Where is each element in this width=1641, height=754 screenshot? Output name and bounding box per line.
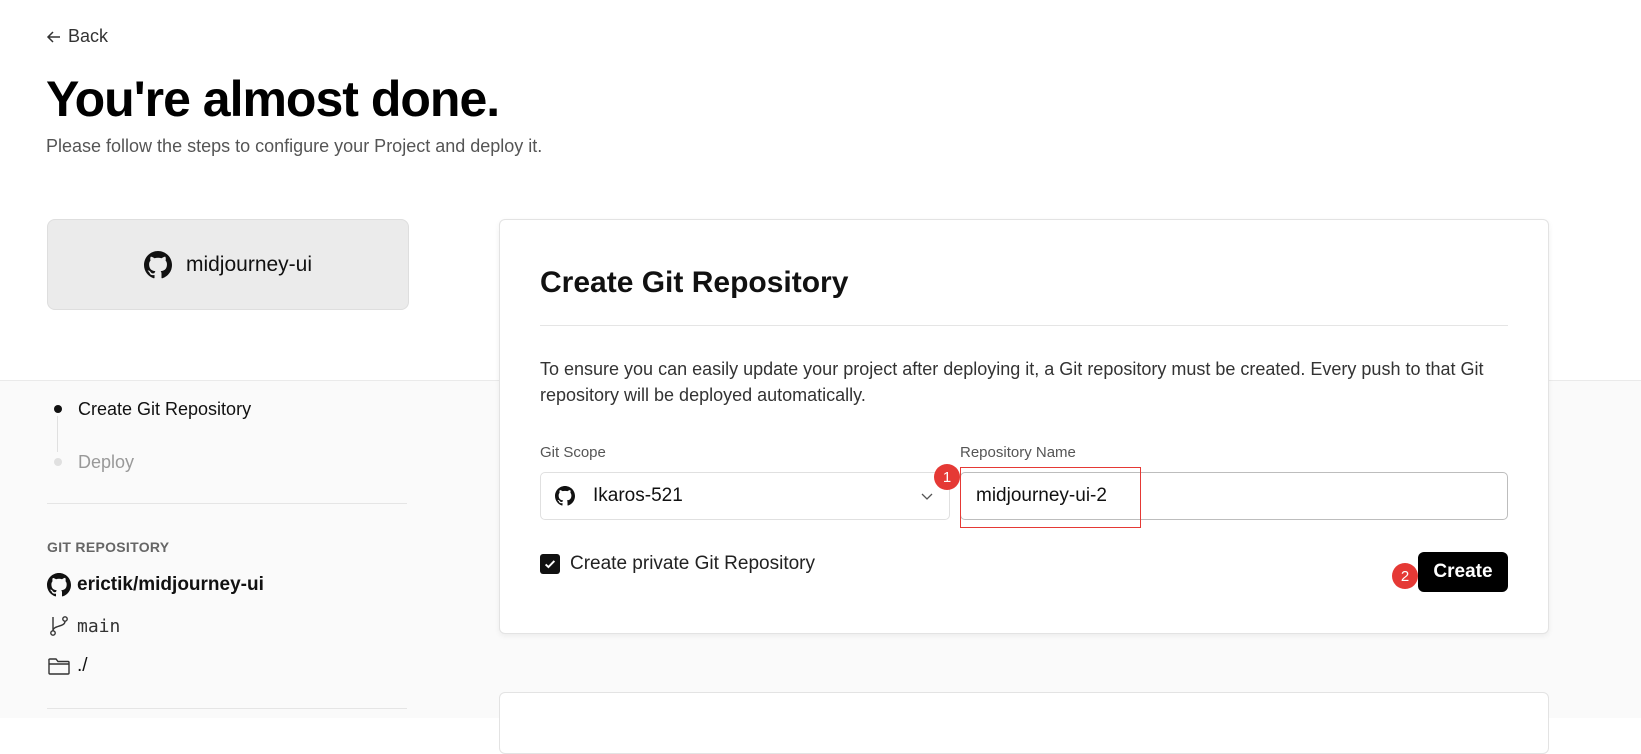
annotation-badge-2: 2 [1392, 563, 1418, 589]
step-dot-active [54, 405, 62, 413]
private-repository-label: Create private Git Repository [570, 553, 815, 574]
git-repo-link[interactable]: erictik/midjourney-ui [47, 573, 264, 597]
git-branch-icon [50, 616, 68, 636]
create-git-repository-panel: Create Git Repository To ensure you can … [499, 219, 1549, 634]
repository-name-label: Repository Name [960, 444, 1076, 461]
panel-description: To ensure you can easily update your pro… [540, 359, 1484, 405]
repository-name-input[interactable] [960, 472, 1508, 520]
private-repository-checkbox[interactable] [540, 554, 560, 574]
private-repository-checkbox-row[interactable]: Create private Git Repository [540, 553, 815, 575]
back-link[interactable]: Back [46, 26, 108, 47]
chevron-down-icon [921, 493, 933, 500]
git-repository-section-label: GIT REPOSITORY [47, 539, 170, 555]
sidebar-divider [47, 708, 407, 709]
back-label: Back [68, 26, 109, 46]
github-icon [143, 250, 172, 278]
git-branch-name: main [77, 615, 121, 637]
step-label: Deploy [78, 451, 135, 472]
root-directory-row: ./ [47, 654, 88, 678]
sidebar-divider [47, 503, 407, 504]
git-repo-name: erictik/midjourney-ui [77, 574, 264, 595]
arrow-left-icon [46, 30, 60, 43]
checkmark-icon [544, 560, 556, 569]
step-list: Create Git Repository Deploy [54, 396, 251, 475]
git-branch-row: main [47, 614, 120, 638]
root-directory-path: ./ [77, 655, 88, 676]
panel-divider [540, 325, 1508, 326]
source-repo-card: midjourney-ui [47, 219, 409, 310]
git-scope-value: Ikaros-521 [593, 485, 683, 506]
github-icon [47, 573, 71, 597]
step-connector [57, 416, 58, 452]
step-deploy: Deploy [54, 449, 251, 475]
step-label: Create Git Repository [78, 398, 252, 419]
github-icon [555, 486, 575, 506]
deploy-panel [499, 692, 1549, 754]
page-subtitle: Please follow the steps to configure you… [46, 136, 543, 156]
page-title: You're almost done. [46, 71, 500, 127]
annotation-badge-1: 1 [934, 464, 960, 490]
git-scope-select[interactable]: Ikaros-521 [540, 472, 950, 520]
step-dot-inactive [54, 458, 62, 466]
source-repo-name: midjourney-ui [185, 252, 313, 276]
git-scope-label: Git Scope [540, 444, 606, 461]
panel-title: Create Git Repository [540, 266, 849, 299]
step-create-git-repository: Create Git Repository [54, 396, 251, 422]
folder-icon [48, 658, 70, 675]
create-button[interactable]: Create [1418, 552, 1508, 592]
